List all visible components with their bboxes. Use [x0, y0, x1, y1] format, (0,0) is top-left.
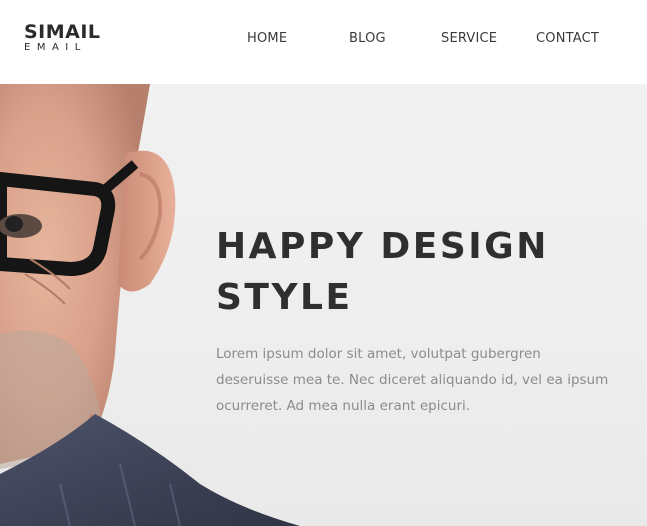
hero-title-line1: HAPPY DESIGN [216, 226, 549, 267]
hero-title-line2: STYLE [216, 277, 353, 318]
nav-item-blog[interactable]: BLOG [349, 30, 386, 48]
nav-item-home[interactable]: HOME [247, 30, 287, 48]
site-header: SIMAIL EMAIL HOME BLOG SERVICE CONTACT [0, 0, 647, 84]
nav-item-service[interactable]: SERVICE [441, 30, 497, 48]
main-nav: HOME BLOG SERVICE CONTACT [0, 30, 647, 50]
nav-item-contact[interactable]: CONTACT [536, 30, 599, 48]
hero-description: Lorem ipsum dolor sit amet, volutpat gub… [216, 346, 609, 414]
hero-title: HAPPY DESIGN STYLE [216, 221, 626, 323]
hero-section: HAPPY DESIGN STYLE Lorem ipsum dolor sit… [0, 84, 647, 526]
